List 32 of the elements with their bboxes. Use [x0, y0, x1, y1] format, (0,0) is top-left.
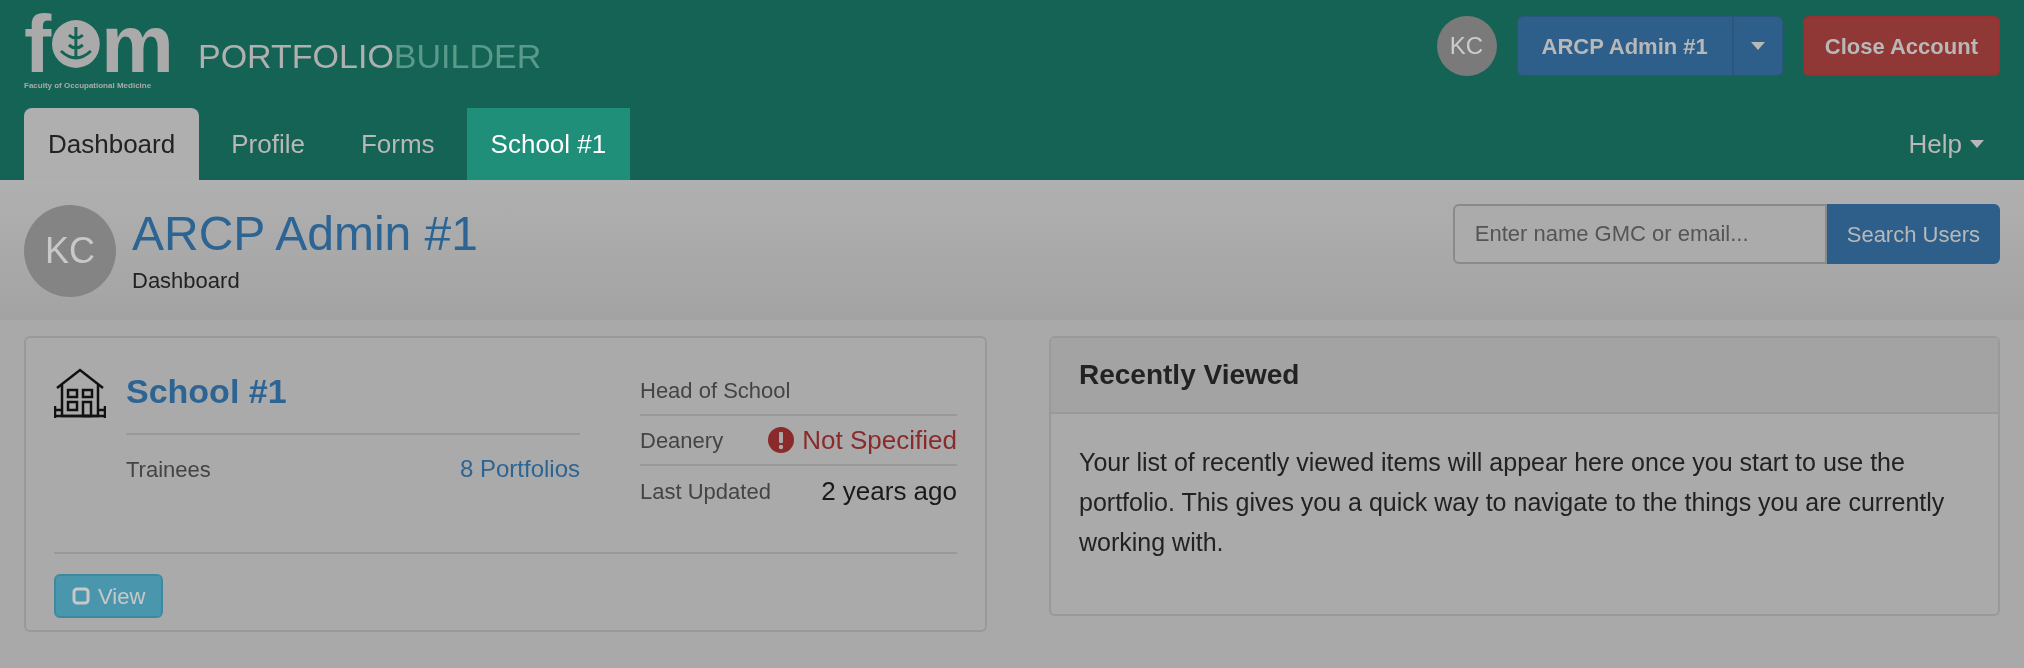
- detail-label: Last Updated: [640, 477, 771, 506]
- page-subtitle: Dashboard: [132, 267, 241, 295]
- warning-icon: [768, 427, 795, 453]
- detail-label: Head of School: [640, 376, 791, 405]
- panel-title: Recently Viewed: [1079, 358, 1300, 392]
- dropdown-caret-button[interactable]: [1732, 16, 1783, 76]
- user-avatar[interactable]: KC: [1436, 16, 1497, 76]
- caret-icon: [1970, 140, 1984, 148]
- detail-label: Deanery: [640, 426, 724, 455]
- search-users-button[interactable]: Search Users: [1826, 204, 2000, 264]
- square-icon: [72, 587, 90, 605]
- trainees-label: Trainees: [126, 455, 211, 484]
- brand-name: PORTFOLIOBUILDER: [198, 35, 542, 77]
- portfolios-link[interactable]: 8 Portfolios: [459, 451, 580, 487]
- detail-value: 2 years ago: [821, 474, 957, 508]
- search-field[interactable]: Enter name GMC or email...: [1452, 204, 1827, 264]
- help-menu[interactable]: Help: [1908, 108, 2000, 180]
- nav-tab[interactable]: Profile: [207, 108, 329, 180]
- logo-subtitle: Faculty of Occupational Medicine: [24, 80, 153, 92]
- user-menu-button[interactable]: ARCP Admin #1: [1516, 16, 1733, 76]
- nav-tab[interactable]: Dashboard: [24, 108, 200, 180]
- school-title-link[interactable]: School #1: [126, 366, 580, 435]
- panel-text: Your list of recently viewed items will appear here once you start to use the portfolio. This gives you a quick way to navigate to the things you are currently working with.: [1078, 447, 1946, 558]
- nav-tab[interactable]: School #1: [466, 108, 631, 180]
- nav-tab[interactable]: Forms: [336, 108, 459, 180]
- close-account-button[interactable]: Close Account: [1802, 16, 2000, 76]
- house-icon: [54, 366, 106, 420]
- page-avatar: KC: [24, 204, 116, 297]
- caret-icon: [1750, 42, 1765, 50]
- page-title: ARCP Admin #1: [132, 206, 478, 262]
- deanery-value: Not Specified: [802, 423, 957, 457]
- view-button[interactable]: View: [54, 574, 164, 618]
